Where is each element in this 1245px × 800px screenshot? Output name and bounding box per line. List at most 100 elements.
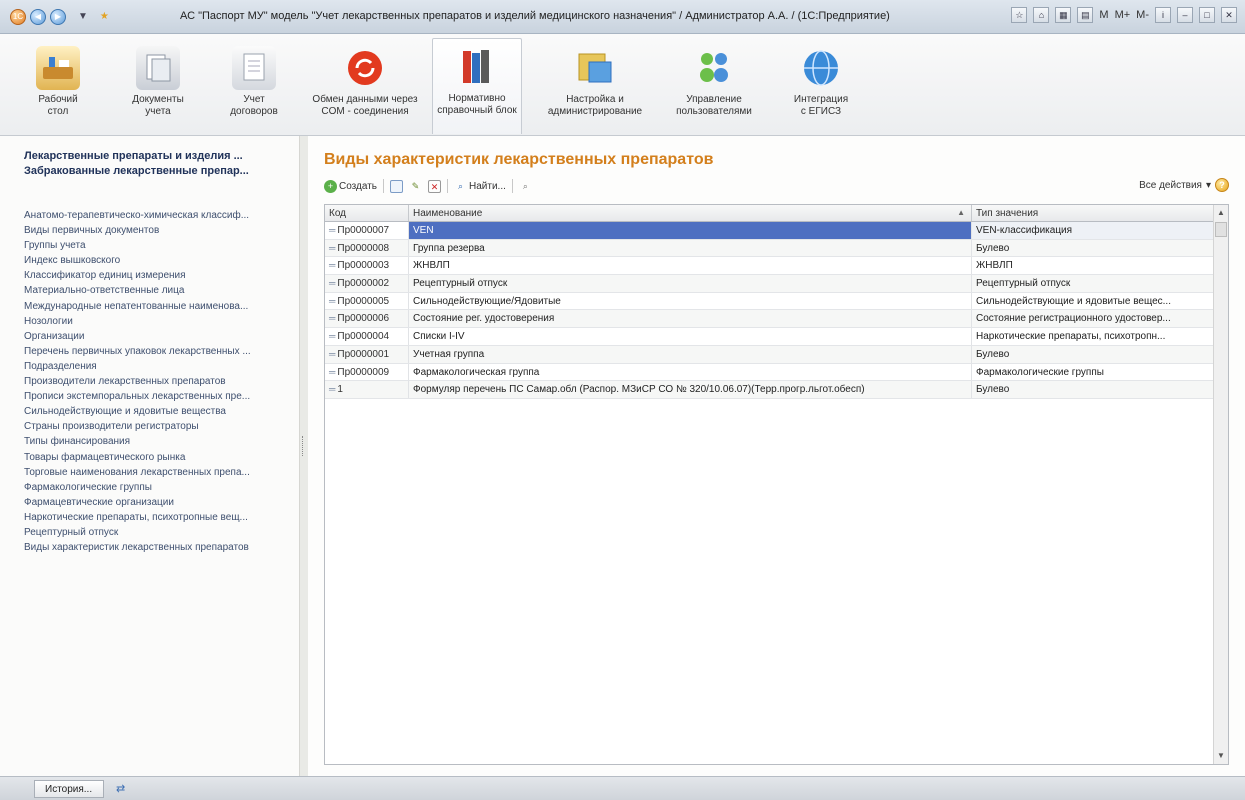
maximize-icon[interactable]: □	[1199, 7, 1215, 23]
close-icon[interactable]: ✕	[1221, 7, 1237, 23]
ribbon-reference-label2: справочный блок	[437, 105, 517, 116]
ribbon-egisz[interactable]: Интеграция с ЕГИСЗ	[776, 40, 866, 118]
nav-item[interactable]: Классификатор единиц измерения	[24, 268, 292, 283]
row-item-icon: ═	[329, 366, 336, 377]
row-item-icon: ═	[329, 260, 336, 271]
desktop-icon	[36, 46, 80, 90]
ribbon-reference[interactable]: Нормативно справочный блок	[432, 38, 522, 134]
ribbon-desktop-label2: стол	[47, 106, 69, 117]
panel-splitter[interactable]	[300, 136, 308, 776]
favorites-star-icon[interactable]: ★	[100, 11, 109, 22]
nav-item[interactable]: Товары фармацевтического рынка	[24, 450, 292, 465]
ribbon-egisz-label1: Интеграция	[793, 94, 849, 105]
nav-item[interactable]: Международные непатентованные наименова.…	[24, 299, 292, 314]
find-button-label: Найти...	[469, 180, 506, 192]
ribbon-exchange-label1: Обмен данными через	[312, 94, 418, 105]
table-row[interactable]: ═ 1 Формуляр перечень ПС Самар.обл (Распо…	[325, 381, 1214, 399]
help-icon[interactable]: ?	[1215, 178, 1229, 192]
table-row[interactable]: ═ Пр0000003 ЖНВЛП ЖНВЛП	[325, 257, 1214, 276]
cancel-search-icon[interactable]: ⌕	[519, 180, 532, 193]
ribbon-exchange[interactable]: Обмен данными через COM - соединения	[310, 40, 420, 118]
table-body: ═ Пр0000007 VEN VEN-классификация ═ Пр0000…	[325, 222, 1214, 399]
scroll-thumb[interactable]	[1215, 222, 1227, 237]
ribbon-documents-label2: учета	[145, 106, 171, 117]
ribbon-contracts[interactable]: Учет договоров	[206, 40, 302, 118]
ribbon-settings[interactable]: Настройка и администрирование	[540, 40, 650, 118]
header-name[interactable]: Наименование ▲	[409, 205, 972, 221]
find-button[interactable]: ⌕ Найти...	[454, 180, 506, 193]
nav-item[interactable]: Торговые наименования лекарственных преп…	[24, 465, 292, 480]
nav-item[interactable]: Анатомо-терапевтическо-химическая класси…	[24, 208, 292, 223]
ribbon-desktop[interactable]: Рабочий стол	[10, 40, 106, 118]
nav-item[interactable]: Перечень первичных упаковок лекарственны…	[24, 344, 292, 359]
table-row[interactable]: ═ Пр0000008 Группа резерва Булево	[325, 239, 1214, 258]
dropdown-arrow-icon[interactable]: ▼	[78, 11, 88, 22]
table-row[interactable]: ═ Пр0000002 Рецептурный отпуск Рецептурны…	[325, 275, 1214, 293]
table-row[interactable]: ═ Пр0000001 Учетная группа Булево	[325, 345, 1214, 364]
table-row[interactable]: ═ Пр0000009 Фармакологическая группа Фарм…	[325, 363, 1214, 382]
memory-plus-button[interactable]: M+	[1115, 9, 1131, 21]
ribbon-documents[interactable]: Документы учета	[110, 40, 206, 118]
nav-list: Анатомо-терапевтическо-химическая класси…	[24, 208, 292, 555]
star-icon[interactable]: ☆	[1011, 7, 1028, 23]
history-button[interactable]: История...	[34, 779, 104, 798]
calendar-icon[interactable]: ▦	[1055, 7, 1072, 23]
ribbon-contracts-label1: Учет	[243, 94, 265, 105]
back-icon[interactable]: ◀	[30, 8, 46, 25]
cell-type: ЖНВЛП	[972, 257, 1214, 275]
nav-item[interactable]: Виды характеристик лекарственных препара…	[24, 540, 292, 555]
cell-code: Пр0000002	[337, 278, 390, 290]
nav-head-drugs[interactable]: Лекарственные препараты и изделия ...	[24, 150, 289, 162]
scroll-up-icon[interactable]: ▲	[1215, 206, 1227, 220]
nav-item[interactable]: Сильнодействующие и ядовитые вещества	[24, 404, 292, 419]
forward-icon[interactable]: ▶	[50, 8, 66, 25]
scroll-down-icon[interactable]: ▼	[1215, 749, 1227, 763]
chevron-down-icon: ▾	[1205, 179, 1211, 191]
table-row[interactable]: ═ Пр0000006 Состояние рег. удостоверения …	[325, 310, 1214, 329]
table-row[interactable]: ═ Пр0000007 VEN VEN-классификация	[325, 222, 1214, 240]
table-row[interactable]: ═ Пр0000004 Списки I-IV Наркотические пре…	[325, 328, 1214, 346]
create-button[interactable]: + Создать	[324, 179, 377, 193]
cell-code: Пр0000007	[337, 225, 390, 236]
characteristics-table: Код Наименование ▲ Тип значения ═ Пр00000…	[324, 204, 1229, 765]
header-code[interactable]: Код	[325, 205, 409, 221]
books-icon	[455, 45, 499, 89]
nav-head-rejected[interactable]: Забракованные лекарственные препар...	[24, 165, 289, 177]
exchange-icon	[343, 46, 387, 90]
table-row[interactable]: ═ Пр0000005 Сильнодействующие/Ядовитые Си…	[325, 292, 1214, 311]
nav-item[interactable]: Подразделения	[24, 359, 292, 374]
memory-m-button[interactable]: M	[1099, 9, 1108, 21]
app-menu-icon[interactable]: 1С	[10, 8, 26, 25]
nav-item[interactable]: Материально-ответственные лица	[24, 283, 292, 298]
nav-item[interactable]: Наркотические препараты, психотропные ве…	[24, 510, 292, 525]
copy-icon[interactable]	[390, 179, 404, 193]
nav-item[interactable]: Фармакологические группы	[24, 480, 292, 495]
vertical-scrollbar[interactable]: ▲ ▼	[1213, 205, 1228, 764]
all-actions-menu[interactable]: Все действия ▾ ?	[1139, 178, 1229, 192]
nav-item[interactable]: Организации	[24, 329, 292, 344]
nav-item[interactable]: Группы учета	[24, 238, 292, 253]
nav-item[interactable]: Типы финансирования	[24, 434, 292, 449]
nav-item[interactable]: Производители лекарственных препаратов	[24, 374, 292, 389]
info-icon[interactable]: i	[1155, 7, 1171, 23]
nav-item[interactable]: Страны производители регистраторы	[24, 419, 292, 434]
ribbon-users[interactable]: Управление пользователями	[662, 40, 766, 118]
connection-icon[interactable]: ⇄	[116, 782, 132, 796]
nav-item[interactable]: Нозологии	[24, 314, 292, 329]
nav-item[interactable]: Прописи экстемпоральных лекарственных пр…	[24, 389, 292, 404]
cell-type: Булево	[972, 239, 1214, 257]
nav-item[interactable]: Фармацевтические организации	[24, 495, 292, 510]
nav-item[interactable]: Виды первичных документов	[24, 223, 292, 238]
header-type[interactable]: Тип значения	[972, 205, 1214, 221]
edit-pencil-icon[interactable]: ✎	[409, 180, 422, 193]
nav-item[interactable]: Рецептурный отпуск	[24, 525, 292, 540]
minimize-icon[interactable]: –	[1177, 7, 1193, 23]
cell-type: Фармакологические группы	[972, 363, 1214, 381]
cell-type: VEN-классификация	[972, 222, 1214, 239]
mark-delete-icon[interactable]: ✕	[428, 179, 442, 193]
history-icon[interactable]: ⌂	[1033, 7, 1050, 23]
nav-item[interactable]: Индекс вышковского	[24, 253, 292, 268]
memory-minus-button[interactable]: M-	[1136, 9, 1149, 21]
cell-name: Рецептурный отпуск	[409, 275, 972, 292]
calculator-icon[interactable]: ▤	[1077, 7, 1094, 23]
